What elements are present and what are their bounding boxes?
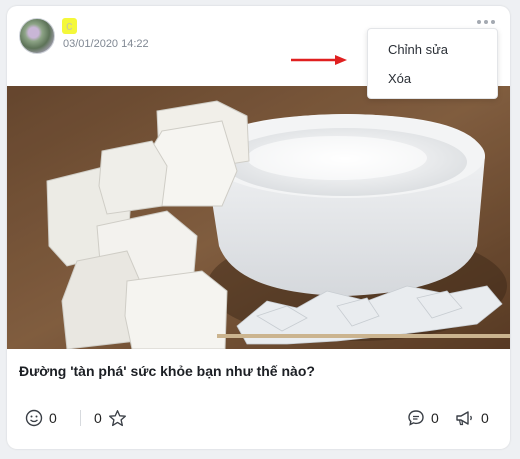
comment-action[interactable]: 0 [407,409,439,427]
star-icon [108,409,126,426]
comment-icon [408,410,424,426]
divider [80,410,81,426]
post-title[interactable]: Đường 'tàn phá' sức khỏe bạn như thế nào… [19,363,315,379]
more-dots-icon [491,20,495,24]
favorite-action[interactable]: 0 [94,409,127,427]
comment-count: 0 [431,410,439,426]
favorite-count: 0 [94,410,102,426]
avatar[interactable] [19,18,55,54]
post-image[interactable] [7,86,510,349]
megaphone-icon [456,411,472,426]
post-card: c 03/01/2020 14:22 Chỉnh sửa Xóa Đường '… [7,6,510,449]
more-dots-icon [484,20,488,24]
author-name[interactable]: c [62,18,77,34]
reaction-count: 0 [49,410,57,426]
reaction-action[interactable]: 0 [25,409,57,427]
red-arrow-icon [291,55,347,65]
post-timestamp: 03/01/2020 14:22 [63,38,149,50]
smiley-icon [25,409,43,427]
delete-menu-item[interactable]: Xóa [388,71,411,86]
share-count: 0 [481,410,489,426]
more-dots-icon [477,20,481,24]
more-options-button[interactable] [474,15,498,29]
share-action[interactable]: 0 [455,409,489,427]
edit-menu-item[interactable]: Chỉnh sửa [388,42,448,57]
post-options-menu: Chỉnh sửa Xóa [367,28,498,99]
